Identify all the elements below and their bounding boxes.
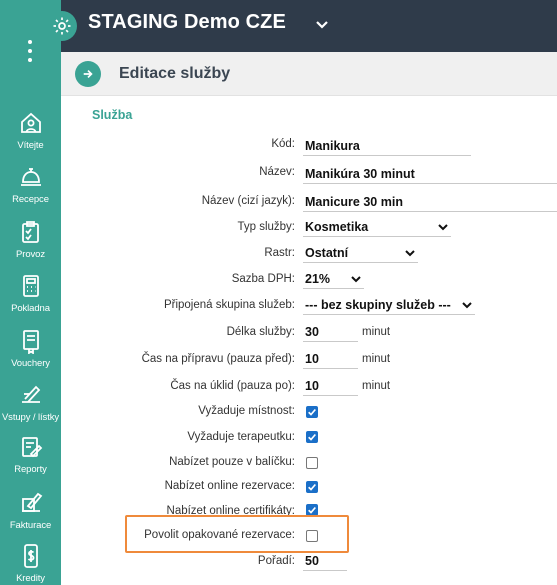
sidebar-item-provoz[interactable]: Provoz [0, 219, 61, 269]
cleanup-time-unit: minut [362, 380, 391, 392]
requires-therapist-label: Vyžaduje terapeutku: [187, 431, 295, 443]
sidebar-item-label: Vítejte [17, 140, 44, 151]
package-only-checkbox[interactable] [306, 457, 318, 469]
sidebar: Vítejte Recepce Provoz Pokladna Vouchery… [0, 0, 61, 585]
sidebar-item-fakturace[interactable]: Fakturace [0, 490, 61, 540]
sidebar-item-label: Fakturace [9, 520, 52, 531]
sidebar-item-vitejte[interactable]: Vítejte [0, 110, 61, 160]
online-booking-label: Nabízet online rezervace: [164, 480, 295, 492]
chevron-down-icon [462, 301, 472, 308]
check-icon [308, 433, 316, 441]
sidebar-item-pokladna[interactable]: Pokladna [0, 273, 61, 323]
duration-unit: minut [362, 326, 391, 338]
foreign-name-input[interactable] [303, 192, 557, 212]
prep-time-label: Čas na přípravu (pauza před): [141, 353, 295, 365]
grid-label: Rastr: [264, 247, 295, 259]
vat-rate-select[interactable]: 21% [303, 269, 364, 289]
requires-room-checkbox[interactable] [306, 406, 318, 418]
chevron-down-icon [351, 275, 361, 282]
duration-label: Délka služby: [226, 326, 295, 338]
bell-icon [20, 168, 41, 186]
voucher-icon [22, 330, 39, 354]
sidebar-item-reporty[interactable]: Reporty [0, 434, 61, 484]
sidebar-item-label: Pokladna [11, 303, 50, 314]
prep-time-input[interactable] [303, 349, 358, 369]
grid-select[interactable]: Ostatní [303, 243, 418, 263]
service-group-select[interactable]: --- bez skupiny služeb --- [303, 295, 475, 315]
foreign-name-label: Název (cizí jazyk): [201, 195, 295, 207]
back-button[interactable] [75, 61, 101, 87]
cash-register-icon [22, 275, 39, 297]
repeated-booking-checkbox[interactable] [306, 530, 318, 542]
sidebar-item-label: Recepce [12, 194, 49, 205]
sidebar-item-label: Provoz [16, 249, 45, 260]
arrow-right-icon [83, 69, 93, 79]
code-input[interactable] [303, 136, 471, 156]
check-icon [308, 408, 316, 416]
repeated-booking-label: Povolit opakované rezervace: [144, 529, 295, 541]
top-bar: STAGING Demo CZE [47, 0, 557, 52]
chevron-down-icon [405, 249, 415, 256]
requires-room-label: Vyžaduje místnost: [198, 405, 295, 417]
home-icon [20, 112, 41, 133]
chevron-down-icon[interactable] [313, 16, 331, 34]
check-icon [308, 483, 316, 491]
sidebar-item-recepce[interactable]: Recepce [0, 164, 61, 214]
app-title: STAGING Demo CZE [88, 11, 286, 33]
sidebar-item-label: Kredity [16, 573, 45, 584]
credit-icon [23, 544, 38, 568]
service-type-label: Typ služby: [237, 221, 295, 233]
chevron-down-icon [438, 223, 448, 230]
grid-value: Ostatní [305, 245, 349, 260]
report-icon [21, 437, 42, 458]
service-type-select[interactable]: Kosmetika [303, 217, 451, 237]
duration-input[interactable] [303, 322, 358, 342]
sidebar-item-label: Vstupy / lístky [1, 412, 60, 423]
ticket-icon [21, 385, 40, 403]
prep-time-unit: minut [362, 353, 391, 365]
invoice-icon [21, 492, 42, 512]
package-only-label: Nabízet pouze v balíčku: [169, 456, 295, 468]
page-header: Editace služby [61, 52, 557, 96]
check-icon [308, 506, 316, 514]
name-label: Název: [259, 166, 295, 178]
sidebar-item-vouchery[interactable]: Vouchery [0, 328, 61, 378]
code-label: Kód: [271, 138, 295, 150]
cleanup-time-label: Čas na úklid (pauza po): [170, 380, 295, 392]
service-group-value: --- bez skupiny služeb --- [305, 297, 451, 312]
more-menu-icon[interactable] [23, 40, 37, 62]
requires-therapist-checkbox[interactable] [306, 431, 318, 443]
vat-rate-value: 21% [305, 271, 331, 286]
online-booking-checkbox[interactable] [306, 481, 318, 493]
clipboard-icon [21, 221, 39, 243]
order-input[interactable] [303, 551, 347, 571]
order-label: Pořadí: [257, 555, 295, 567]
sidebar-item-vstupy[interactable]: Vstupy / lístky [0, 382, 61, 432]
settings-gear-icon[interactable] [47, 11, 77, 41]
section-title: Služba [92, 108, 133, 122]
page-title: Editace služby [119, 65, 231, 82]
sidebar-item-label: Vouchery [11, 358, 50, 369]
sidebar-item-label: Reporty [14, 464, 47, 475]
cleanup-time-input[interactable] [303, 376, 358, 396]
service-type-value: Kosmetika [305, 219, 369, 234]
name-input[interactable] [303, 164, 557, 184]
sidebar-item-kredity[interactable]: Kredity [0, 543, 61, 585]
service-group-label: Připojená skupina služeb: [163, 299, 295, 311]
vat-rate-label: Sazba DPH: [231, 273, 295, 285]
